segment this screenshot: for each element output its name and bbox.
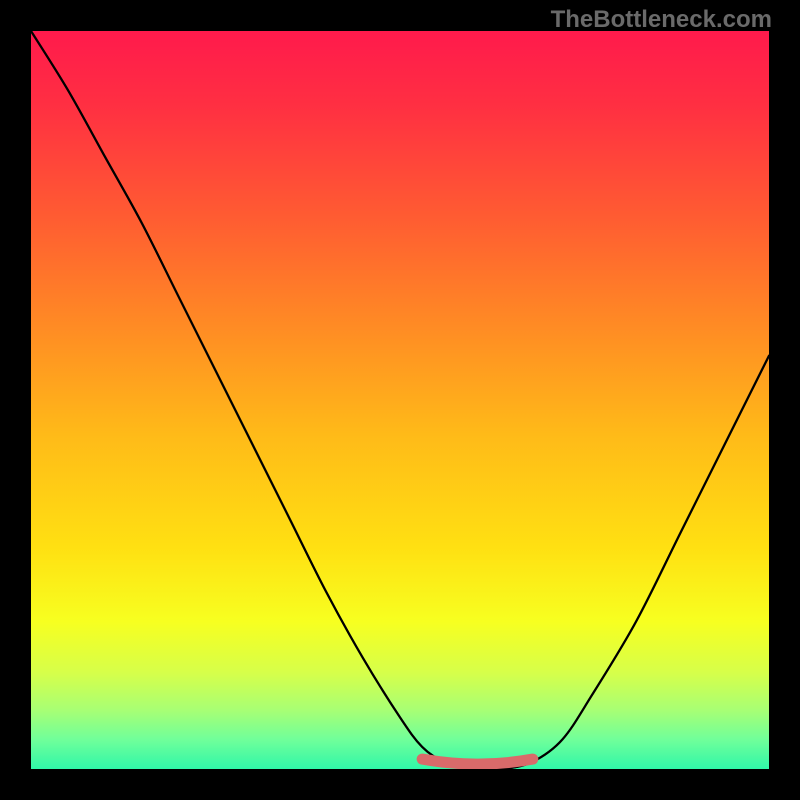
watermark-text: TheBottleneck.com [551,6,772,34]
optimal-range-highlight [422,759,533,764]
plot-svg [31,31,769,769]
plot-area [31,31,769,769]
chart-stage: TheBottleneck.com [0,0,800,800]
gradient-background [31,31,769,769]
